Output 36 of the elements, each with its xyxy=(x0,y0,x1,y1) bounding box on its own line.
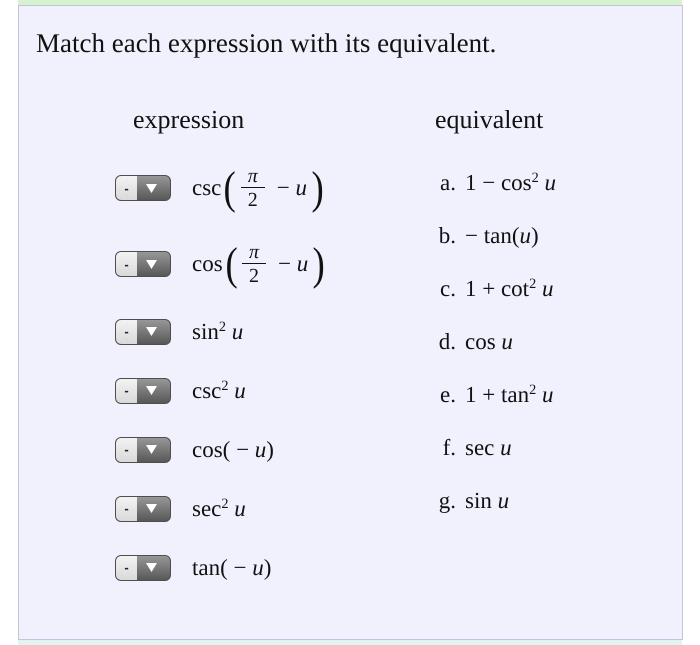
math-expression: cos u xyxy=(465,328,513,356)
answer-dropdown[interactable]: - xyxy=(115,318,171,344)
caret-icon xyxy=(146,445,157,454)
answer-dropdown[interactable]: - xyxy=(115,436,171,462)
column-header: equivalent xyxy=(435,105,544,135)
option-letter: c. xyxy=(439,275,456,303)
caret-icon xyxy=(146,327,157,336)
answer-dropdown[interactable]: - xyxy=(115,378,171,404)
answer-dropdown[interactable]: - xyxy=(115,554,171,580)
answer-dropdown[interactable]: - xyxy=(115,175,171,201)
math-expression: tan( − u) xyxy=(192,554,272,582)
caret-icon xyxy=(146,184,157,192)
caret-icon xyxy=(146,260,157,268)
column-header: expression xyxy=(133,105,244,135)
option-letter: e. xyxy=(439,381,456,409)
option-letter: a. xyxy=(439,169,456,197)
math-expression: 1 + tan$^{2}$ u xyxy=(465,381,554,409)
answer-dropdown[interactable]: - xyxy=(115,496,171,522)
math-expression: sec u xyxy=(465,434,512,462)
math-expression: sec$^{2}$ u xyxy=(192,494,246,522)
option-letter: b. xyxy=(438,222,456,250)
caret-icon xyxy=(146,563,157,572)
option-letter: f. xyxy=(442,434,456,462)
math-expression: − tan(u) xyxy=(465,222,539,250)
math-expression: sin u xyxy=(465,487,510,515)
math-expression: sin$^{2}$ u xyxy=(192,318,244,346)
math-expression: 1 + cot$^{2}$ u xyxy=(465,275,554,303)
caret-icon xyxy=(146,386,157,395)
math-expression: 1 − cos$^{2}$ u xyxy=(465,169,556,197)
math-expression: cos( − u) xyxy=(192,436,274,464)
answer-dropdown[interactable]: - xyxy=(115,251,171,277)
option-letter: d. xyxy=(438,328,456,356)
math-expression: csc$^{2}$ u xyxy=(192,376,246,404)
caret-icon xyxy=(146,504,157,513)
option-letter: g. xyxy=(438,487,456,515)
instruction-text: Match each expression with its equivalent. xyxy=(36,27,496,59)
